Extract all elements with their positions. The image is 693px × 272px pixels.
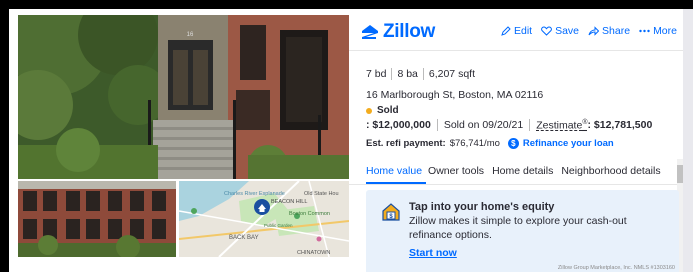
map-label: Public Garden <box>264 223 293 228</box>
zillow-logo[interactable]: Zillow <box>361 21 435 43</box>
beds-count: 7 bd <box>366 68 387 80</box>
home-facts: 7 bd 8 ba 6,207 sqft <box>366 68 475 80</box>
action-bar: Edit Save Share More <box>501 25 677 37</box>
refi-payment: Est. refi payment: $76,741/mo $ Refinanc… <box>366 138 614 149</box>
edit-button[interactable]: Edit <box>501 25 532 37</box>
zillow-logo-icon <box>362 25 378 39</box>
equity-title: Tap into your home's equity <box>409 201 555 213</box>
map-pin-icon[interactable] <box>254 199 270 215</box>
price-row: : $12,000,000 Sold on 09/20/21 Zestimate… <box>366 119 652 132</box>
map-label: Old State Hou <box>304 191 339 197</box>
house-dollar-icon: $ <box>382 203 400 221</box>
tab-home-details[interactable]: Home details <box>492 159 559 184</box>
property-address: 16 Marlborough St, Boston, MA 02116 <box>366 89 544 101</box>
save-label: Save <box>555 25 580 37</box>
divider <box>529 119 531 132</box>
share-icon <box>588 26 600 36</box>
heart-icon <box>541 26 552 36</box>
equity-body: Zillow makes it simple to explore your c… <box>409 215 627 241</box>
sqft-value: 6,207 sqft <box>428 68 475 80</box>
divider <box>436 119 438 132</box>
status-badge: Sold <box>366 105 399 116</box>
equity-card: $ Tap into your home's equity Zillow mak… <box>366 190 679 272</box>
details-header: Zillow Edit Save Share More <box>349 9 683 51</box>
pencil-icon <box>501 26 511 36</box>
photo-gallery: 16 Charles River Esplanade Old State Hou… <box>9 9 349 272</box>
map-label: Boston Common <box>289 211 330 217</box>
edit-label: Edit <box>514 25 533 37</box>
map-label: CHINATOWN <box>297 250 330 256</box>
zestimate-label[interactable]: Zestimate® <box>536 119 587 132</box>
more-dots-icon <box>639 29 650 33</box>
status-dot-icon <box>366 107 372 114</box>
tab-home-value[interactable]: Home value <box>366 159 427 184</box>
tab-bar: Home value Owner tools Home details Neig… <box>349 159 679 185</box>
save-button[interactable]: Save <box>541 25 579 37</box>
tab-neighborhood-details[interactable]: Neighborhood details <box>561 159 666 184</box>
zestimate-value: : $12,781,500 <box>587 119 653 132</box>
share-button[interactable]: Share <box>588 25 630 37</box>
secondary-photo[interactable] <box>18 181 176 257</box>
details-panel: Zillow Edit Save Share More 7 bd 8 ba 6,… <box>349 9 683 272</box>
sold-price: : $12,000,000 <box>366 119 431 132</box>
map-label: BACK BAY <box>229 235 259 241</box>
sold-date: Sold on 09/20/21 <box>443 119 524 132</box>
nmls-fine-print: Zillow Group Marketplace, Inc. NMLS #130… <box>557 265 675 271</box>
status-label: Sold <box>377 105 399 116</box>
house-number: 16 <box>187 32 194 38</box>
start-now-link[interactable]: Start now <box>409 247 457 259</box>
main-photo[interactable]: 16 <box>18 15 349 179</box>
map-label: BEACON HILL <box>271 199 307 205</box>
map-label: Charles River Esplanade <box>224 191 285 197</box>
payment-value: $76,741/mo <box>449 138 500 149</box>
share-label: Share <box>602 25 631 37</box>
background-page-edge <box>683 9 693 272</box>
refinance-link[interactable]: Refinance your loan <box>523 138 614 149</box>
location-map[interactable]: Charles River Esplanade Old State Hou BE… <box>179 181 349 257</box>
baths-count: 8 ba <box>397 68 418 80</box>
payment-label: Est. refi payment: <box>366 138 446 149</box>
listing-modal: 16 Charles River Esplanade Old State Hou… <box>9 9 683 272</box>
tab-owner-tools[interactable]: Owner tools <box>428 159 490 184</box>
divider <box>391 68 393 80</box>
more-button[interactable]: More <box>639 25 677 37</box>
logo-text: Zillow <box>383 21 436 42</box>
dollar-icon: $ <box>507 138 519 149</box>
more-label: More <box>653 25 677 37</box>
divider <box>422 68 424 80</box>
